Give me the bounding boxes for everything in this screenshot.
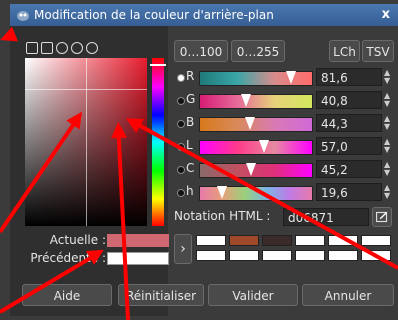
history-swatch[interactable]	[196, 250, 226, 261]
ok-button[interactable]: Valider	[208, 284, 298, 306]
title-bar: Modification de la couleur d'arrière-pla…	[10, 4, 398, 26]
slider-thumb[interactable]	[286, 71, 297, 84]
history-swatch[interactable]	[361, 235, 391, 246]
slider-thumb[interactable]	[216, 186, 227, 199]
history-arrow-button[interactable]: ›	[174, 234, 192, 264]
selector-tabs	[26, 42, 98, 56]
html-notation-label: Notation HTML :	[174, 209, 271, 223]
lch-button[interactable]: LCh	[329, 40, 360, 62]
spin-down-icon[interactable]: ▼	[384, 123, 390, 131]
range-0-255-button[interactable]: 0…255	[231, 40, 285, 62]
gimp-icon	[17, 11, 29, 21]
channel-label: G	[186, 92, 196, 106]
wheel-selector-icon[interactable]	[56, 42, 68, 54]
window-title: Modification de la couleur d'arrière-pla…	[34, 8, 274, 22]
channel-radio[interactable]	[177, 189, 185, 197]
history-swatch[interactable]	[262, 235, 292, 246]
history-swatch[interactable]	[262, 250, 292, 261]
spin-down-icon[interactable]: ▼	[384, 77, 390, 85]
channel-value-input[interactable]: 57,0	[316, 137, 382, 155]
channel-slider[interactable]	[199, 94, 313, 109]
channel-label: B	[186, 115, 195, 129]
scales-selector-icon[interactable]	[26, 42, 38, 54]
history-swatch[interactable]	[229, 250, 259, 261]
cancel-button[interactable]: Annuler	[302, 284, 394, 306]
crosshair-vertical	[86, 58, 87, 226]
history-swatch[interactable]	[229, 235, 259, 246]
slider-thumb[interactable]	[244, 117, 255, 130]
history-swatch[interactable]	[328, 250, 358, 261]
spin-down-icon[interactable]: ▼	[384, 169, 390, 177]
hue-strip[interactable]	[152, 58, 164, 226]
channel-slider[interactable]	[199, 71, 313, 86]
channel-radio[interactable]	[177, 166, 185, 174]
range-0-100-button[interactable]: 0…100	[174, 40, 228, 62]
channel-label: R	[186, 69, 195, 83]
channel-value-input[interactable]: 19,6	[316, 183, 382, 201]
history-swatch[interactable]	[295, 235, 325, 246]
eyedropper-icon	[376, 211, 388, 223]
current-color-swatch	[107, 234, 169, 247]
reset-button[interactable]: Réinitialiser	[118, 284, 204, 306]
hue-marker[interactable]	[150, 64, 166, 66]
history-swatch[interactable]	[196, 235, 226, 246]
history-swatch[interactable]	[295, 250, 325, 261]
channel-slider[interactable]	[199, 117, 313, 132]
slider-thumb[interactable]	[258, 140, 269, 153]
channel-radio[interactable]	[177, 97, 185, 105]
channel-label: C	[186, 161, 195, 175]
slider-thumb[interactable]	[245, 163, 256, 176]
previous-color-swatch	[107, 252, 169, 265]
color-picker-button[interactable]	[372, 207, 392, 227]
triangle-selector-icon[interactable]	[71, 42, 83, 54]
slider-thumb[interactable]	[240, 94, 251, 107]
channel-value-input[interactable]: 45,2	[316, 160, 382, 178]
cmyk-selector-icon[interactable]	[86, 42, 98, 54]
spin-down-icon[interactable]: ▼	[384, 192, 390, 200]
close-button[interactable]: x	[382, 4, 390, 26]
channel-value-input[interactable]: 44,3	[316, 114, 382, 132]
spin-down-icon[interactable]: ▼	[384, 100, 390, 108]
channel-value-input[interactable]: 40,8	[316, 91, 382, 109]
spin-down-icon[interactable]: ▼	[384, 146, 390, 154]
channel-radio[interactable]	[177, 120, 185, 128]
channel-radio[interactable]	[177, 74, 185, 82]
channel-value-input[interactable]: 81,6	[316, 68, 382, 86]
watercolor-selector-icon[interactable]	[41, 42, 53, 54]
hsv-button[interactable]: TSV	[362, 40, 394, 62]
channel-slider[interactable]	[199, 140, 313, 155]
channel-label: h	[186, 184, 194, 198]
